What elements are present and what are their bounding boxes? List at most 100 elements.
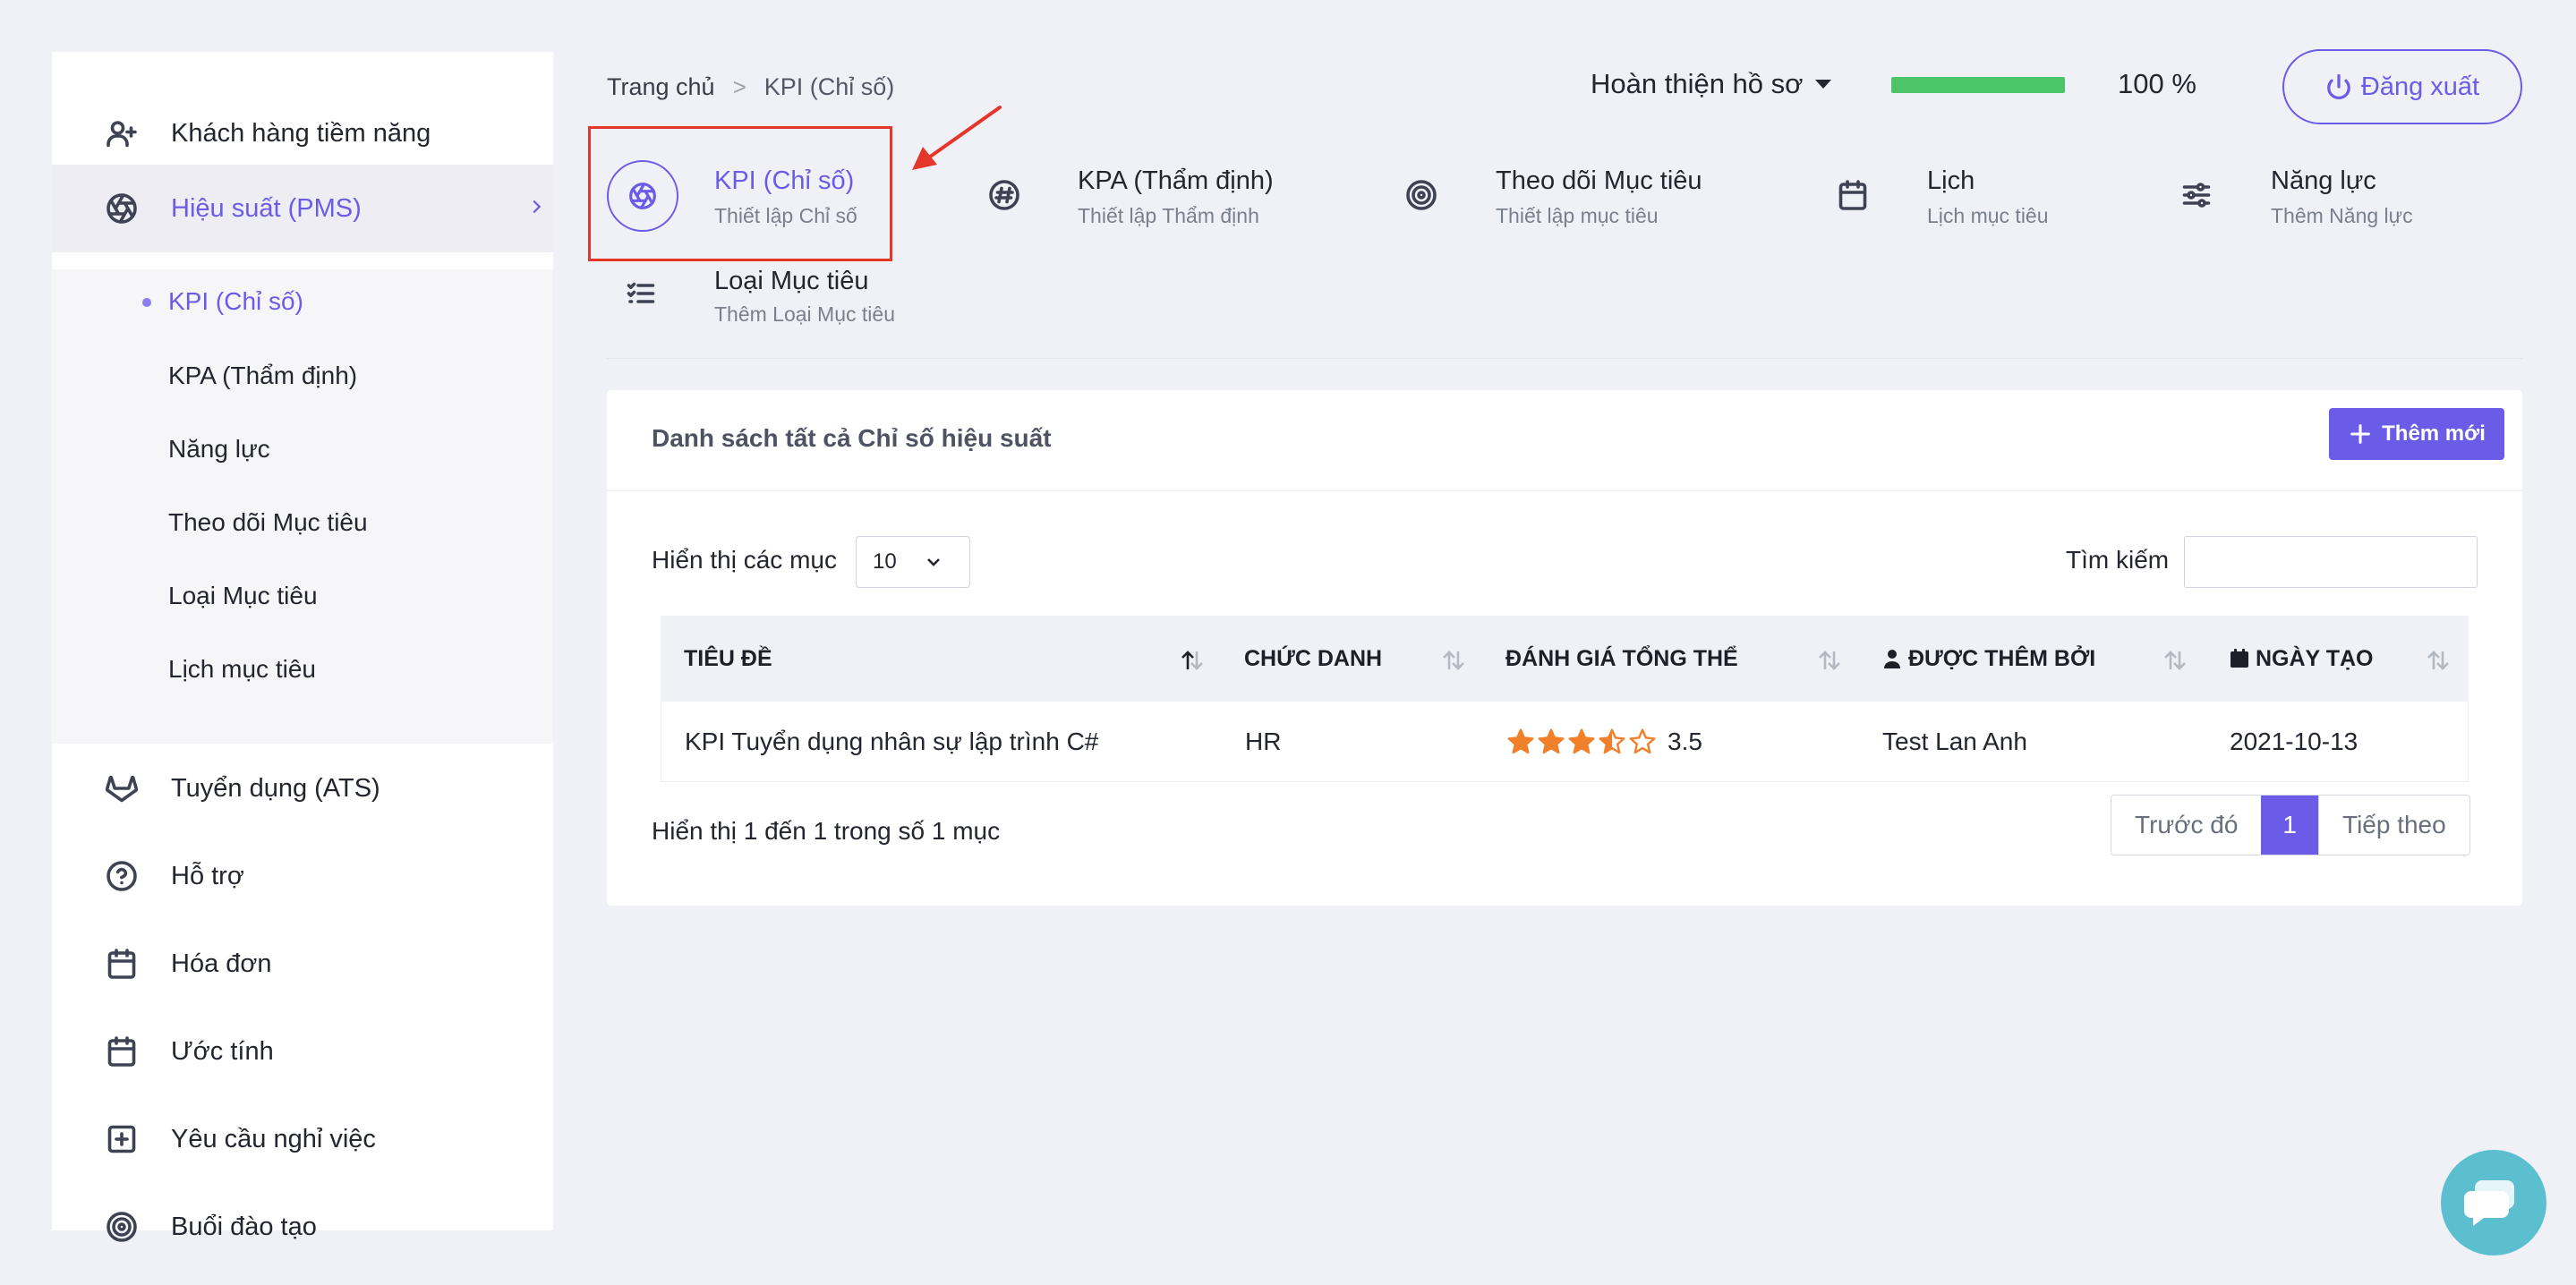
sliders-icon bbox=[2180, 179, 2213, 211]
sort-icon[interactable] bbox=[2161, 648, 2189, 673]
calendar-icon bbox=[104, 946, 140, 982]
sidebar-item-label: Hóa đơn bbox=[171, 949, 272, 978]
column-label: TIÊU ĐỀ bbox=[684, 645, 772, 671]
column-label: CHỨC DANH bbox=[1244, 645, 1383, 671]
column-header-title[interactable]: TIÊU ĐỀ bbox=[684, 616, 1221, 702]
chat-icon bbox=[2464, 1180, 2514, 1226]
column-header-added-by[interactable]: ĐƯỢC THÊM BỞI bbox=[1881, 616, 2095, 702]
tab-kpa[interactable]: KPA (Thẩm định) Thiết lập Thẩm định bbox=[985, 157, 1343, 238]
chat-button[interactable] bbox=[2441, 1150, 2546, 1255]
profile-completion-label: Hoàn thiện hồ sơ bbox=[1591, 68, 1804, 99]
previous-page-button[interactable]: Trước đó bbox=[2111, 796, 2262, 855]
column-label: NGÀY TẠO bbox=[2256, 645, 2374, 671]
chevron-down-icon bbox=[927, 558, 940, 566]
breadcrumb: Trang chủ > KPI (Chỉ số) bbox=[607, 73, 894, 101]
calendar-icon bbox=[1837, 179, 1869, 211]
highlight-box bbox=[588, 126, 892, 261]
cell-title[interactable]: KPI Tuyển dụng nhân sự lập trình C# bbox=[685, 702, 1098, 782]
sidebar-item-resignation[interactable]: Yêu cầu nghỉ việc bbox=[52, 1099, 553, 1179]
tab-goal-type[interactable]: Loại Mục tiêu Thêm Loại Mục tiêu bbox=[607, 256, 929, 336]
star-icon bbox=[1507, 728, 1534, 754]
sidebar-subitem-goal-calendar[interactable]: Lịch mục tiêu bbox=[168, 655, 316, 684]
star-icon bbox=[1629, 728, 1656, 754]
tab-competency[interactable]: Năng lực Thêm Năng lực bbox=[2180, 157, 2467, 238]
sidebar-subitem-kpi[interactable]: KPI (Chỉ số) bbox=[168, 287, 303, 316]
tab-subtitle: Lịch mục tiêu bbox=[1927, 204, 2049, 227]
sidebar-item-label: Buổi đào tạo bbox=[171, 1212, 317, 1241]
caret-down-icon bbox=[1815, 80, 1832, 89]
column-header-created-date[interactable]: NGÀY TẠO bbox=[2229, 616, 2374, 702]
sidebar-item-label: Hiệu suất (PMS) bbox=[171, 193, 362, 223]
sidebar-item-estimates[interactable]: Ước tính bbox=[52, 1011, 553, 1092]
cell-rating: 3.5 bbox=[1506, 702, 1702, 782]
breadcrumb-current: KPI (Chỉ số) bbox=[763, 73, 895, 100]
active-dot bbox=[142, 298, 151, 307]
aperture-icon bbox=[104, 191, 140, 226]
logout-button[interactable]: Đăng xuất bbox=[2282, 49, 2522, 124]
user-icon bbox=[1884, 650, 1900, 668]
plus-square-icon bbox=[104, 1121, 140, 1157]
column-header-overall-rating[interactable]: ĐÁNH GIÁ TỔNG THỂ bbox=[1506, 616, 1738, 702]
chevron-right-icon bbox=[526, 197, 546, 221]
help-circle-icon bbox=[104, 858, 140, 894]
sort-icon[interactable] bbox=[2424, 648, 2452, 673]
next-page-button[interactable]: Tiếp theo bbox=[2318, 796, 2469, 855]
plus-icon bbox=[2350, 424, 2370, 444]
power-icon bbox=[2327, 73, 2350, 99]
hash-icon bbox=[988, 179, 1020, 211]
profile-completion-dropdown[interactable]: Hoàn thiện hồ sơ bbox=[1591, 68, 1832, 100]
sidebar-item-training[interactable]: Buổi đào tạo bbox=[52, 1187, 553, 1267]
tab-goal-tracking[interactable]: Theo dõi Mục tiêu Thiết lập mục tiêu bbox=[1405, 157, 1781, 238]
tab-subtitle: Thêm Loại Mục tiêu bbox=[714, 302, 895, 326]
target-icon bbox=[1405, 179, 1437, 211]
profile-progress-bar bbox=[1891, 77, 2065, 93]
target-icon bbox=[104, 1209, 140, 1245]
tab-title: Lịch bbox=[1927, 166, 1975, 195]
sidebar-item-performance[interactable]: Hiệu suất (PMS) bbox=[52, 165, 553, 252]
tab-calendar[interactable]: Lịch Lịch mục tiêu bbox=[1837, 157, 2105, 238]
sidebar-subitem-kpa[interactable]: KPA (Thẩm định) bbox=[168, 362, 357, 390]
sort-asc-icon[interactable] bbox=[1178, 648, 1207, 673]
progress-fill bbox=[1891, 77, 2065, 93]
tab-title: Năng lực bbox=[2271, 166, 2376, 195]
search-input[interactable] bbox=[2184, 536, 2478, 588]
tab-title: Theo dõi Mục tiêu bbox=[1496, 166, 1702, 195]
star-icon bbox=[1599, 728, 1625, 754]
rating-value: 3.5 bbox=[1668, 728, 1702, 755]
sidebar-item-leads[interactable]: Khách hàng tiềm năng bbox=[52, 93, 553, 174]
sidebar-subitem-goal-type[interactable]: Loại Mục tiêu bbox=[168, 582, 318, 610]
page-length-value: 10 bbox=[873, 549, 897, 574]
sidebar-item-label: Khách hàng tiềm năng bbox=[171, 118, 431, 148]
card-title: Danh sách tất cả Chỉ số hiệu suất bbox=[652, 424, 1052, 452]
column-label: ĐÁNH GIÁ TỔNG THỂ bbox=[1506, 645, 1738, 671]
page-length-select[interactable]: 10 bbox=[856, 536, 970, 588]
sidebar: Khách hàng tiềm năng Hiệu suất (PMS) KPI… bbox=[52, 52, 553, 1242]
card-divider bbox=[607, 490, 2522, 491]
list-check-icon bbox=[625, 277, 657, 310]
page-length-label: Hiển thị các mục bbox=[652, 546, 837, 574]
add-new-button[interactable]: Thêm mới bbox=[2329, 408, 2504, 460]
sidebar-subitem-goal-tracking[interactable]: Theo dõi Mục tiêu bbox=[168, 508, 368, 537]
tab-subtitle: Thiết lập Thẩm định bbox=[1078, 204, 1259, 227]
cell-added-by: Test Lan Anh bbox=[1882, 728, 2027, 755]
logout-label: Đăng xuất bbox=[2360, 72, 2480, 101]
sidebar-item-support[interactable]: Hỗ trợ bbox=[52, 836, 553, 916]
cell-created-date: 2021-10-13 bbox=[2230, 728, 2358, 755]
sidebar-item-invoices[interactable]: Hóa đơn bbox=[52, 923, 553, 1004]
calendar-icon bbox=[2231, 649, 2248, 668]
sort-icon[interactable] bbox=[1439, 648, 1468, 673]
sidebar-item-label: Ước tính bbox=[171, 1036, 274, 1066]
table-row[interactable]: KPI Tuyển dụng nhân sự lập trình C# HR 3… bbox=[661, 702, 2469, 782]
search-label: Tìm kiếm bbox=[2066, 546, 2170, 574]
rating-stars bbox=[1506, 728, 1657, 756]
tab-title: KPA (Thẩm định) bbox=[1078, 166, 1274, 195]
sort-icon[interactable] bbox=[1815, 648, 1844, 673]
gitlab-icon bbox=[104, 770, 140, 806]
breadcrumb-home[interactable]: Trang chủ bbox=[607, 73, 715, 101]
kpi-list-card: Danh sách tất cả Chỉ số hiệu suất Thêm m… bbox=[607, 390, 2522, 906]
column-header-designation[interactable]: CHỨC DANH bbox=[1244, 616, 1382, 702]
sidebar-subitem-competency[interactable]: Năng lực bbox=[168, 435, 270, 464]
sidebar-item-recruitment[interactable]: Tuyển dụng (ATS) bbox=[52, 748, 553, 829]
page-1-button[interactable]: 1 bbox=[2261, 796, 2318, 855]
column-label: ĐƯỢC THÊM BỞI bbox=[1908, 645, 2096, 671]
